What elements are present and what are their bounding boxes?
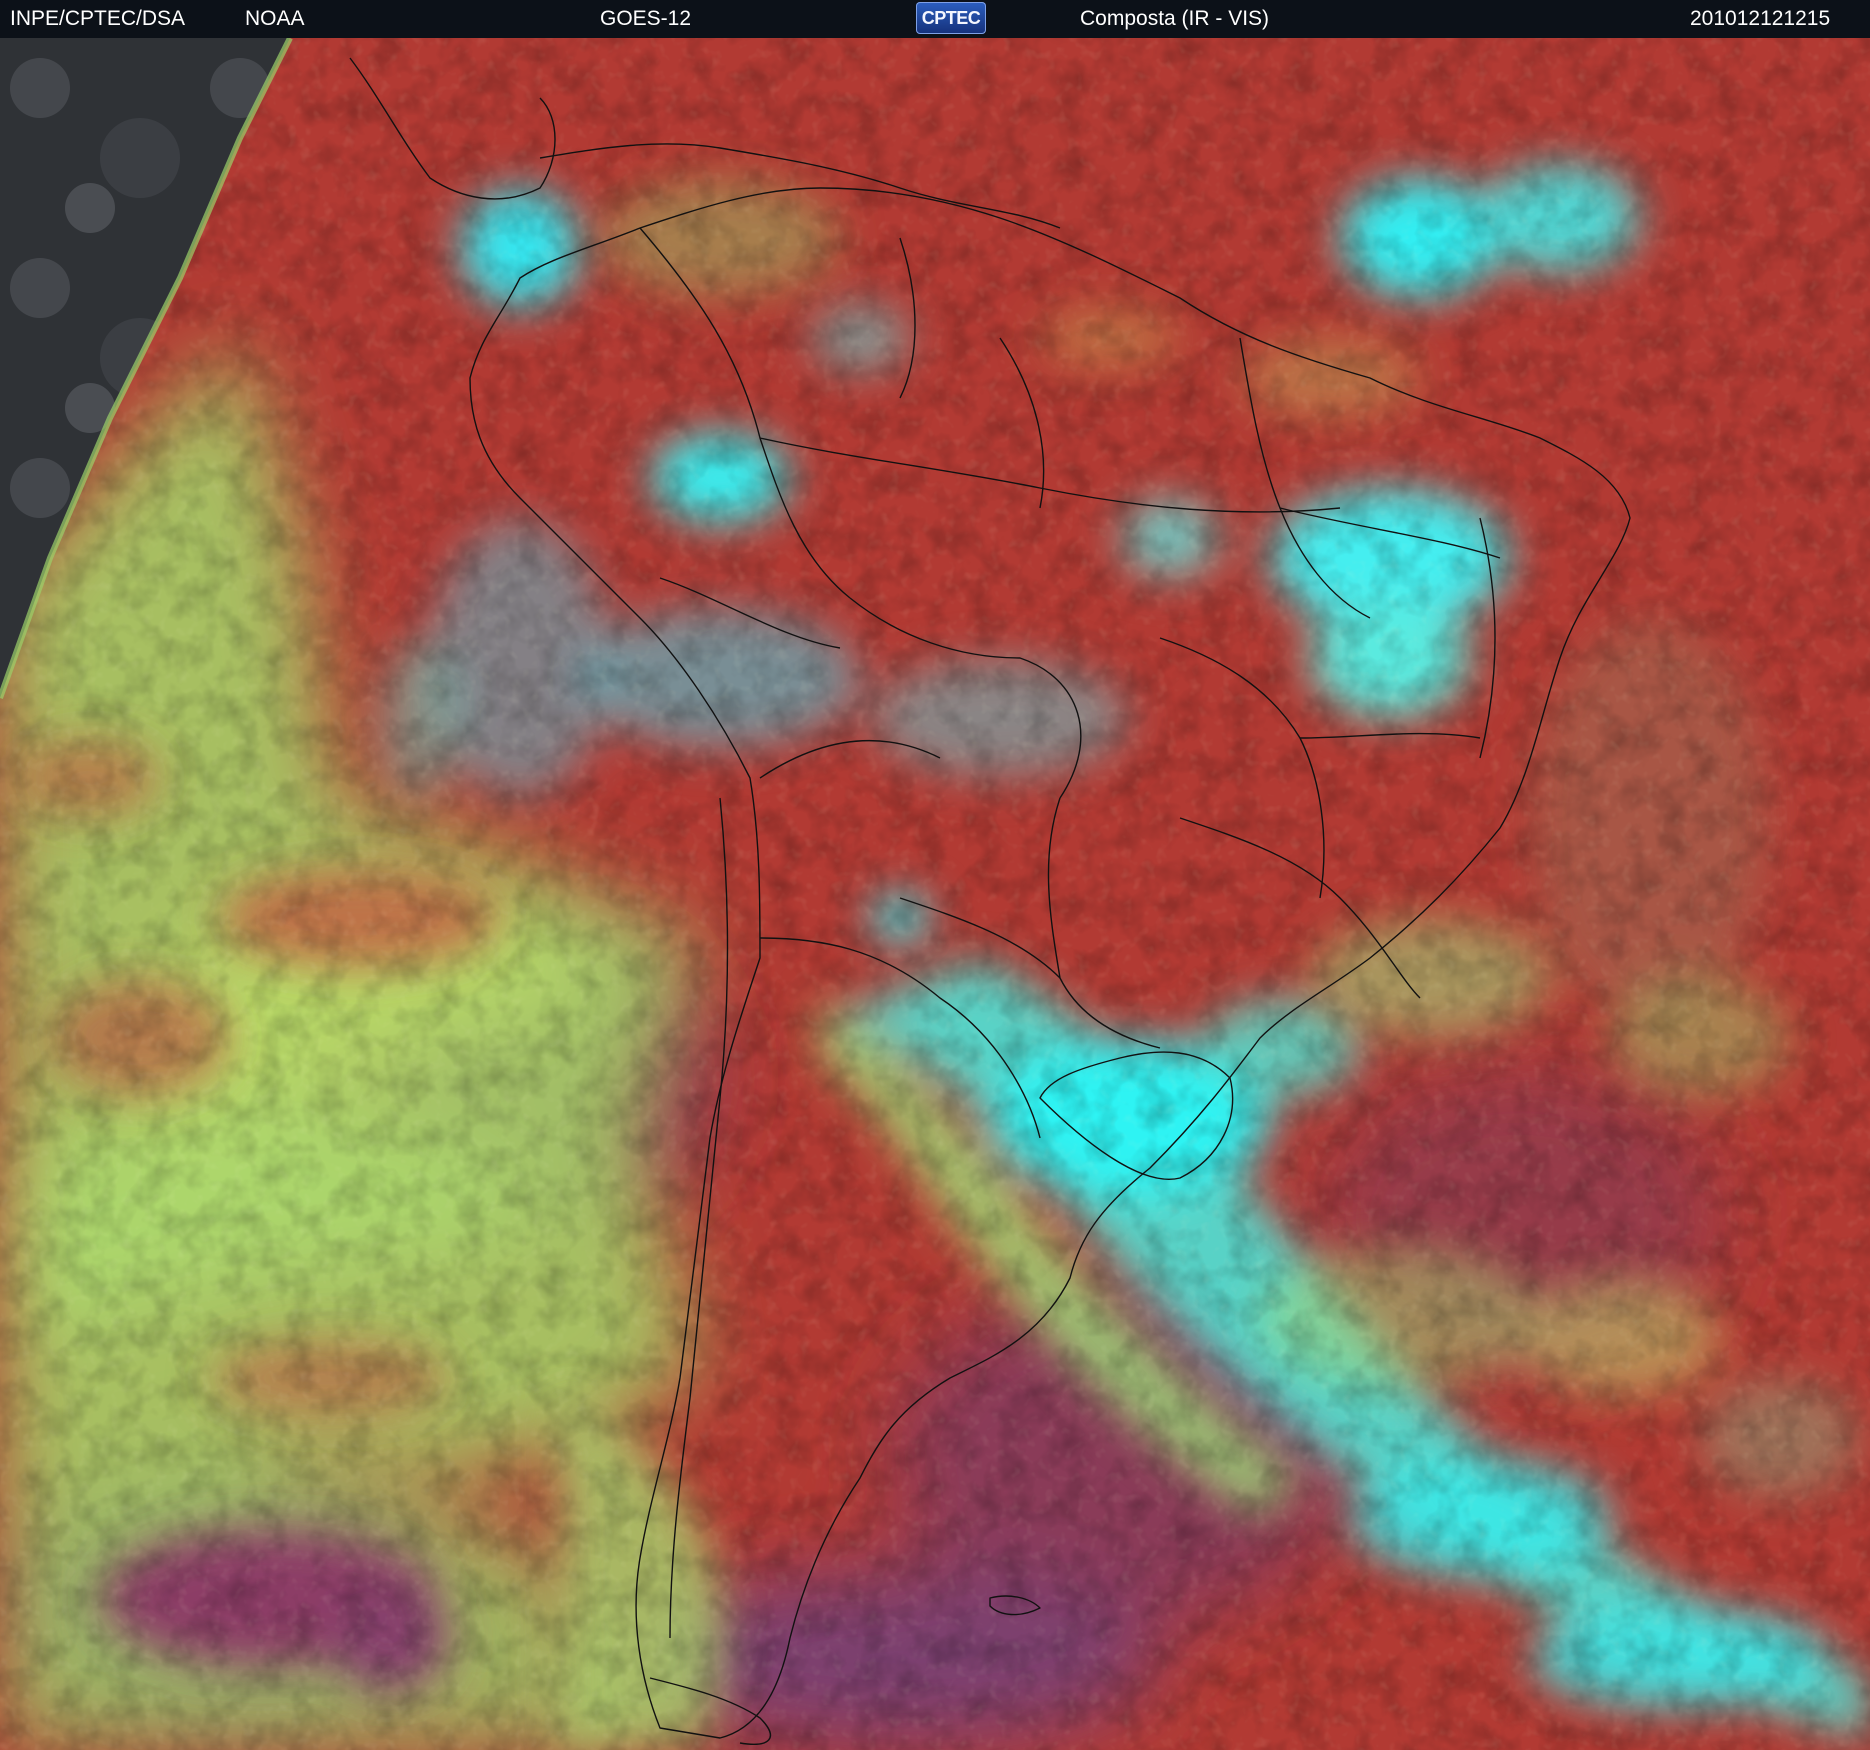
source-label: NOAA [245, 7, 305, 30]
product-label: Composta (IR - VIS) [1080, 7, 1270, 30]
agency-label: INPE/CPTEC/DSA [10, 7, 186, 30]
title-bar: INPE/CPTEC/DSA NOAA GOES-12 CPTEC Compos… [0, 0, 1870, 38]
satellite-label: GOES-12 [600, 7, 692, 30]
satellite-image [0, 38, 1870, 1750]
cptec-logo: CPTEC [916, 2, 986, 34]
timestamp-label: 201012121215 [1690, 7, 1831, 30]
cloud-texture [0, 38, 1870, 1750]
satellite-composite-map [0, 38, 1870, 1750]
